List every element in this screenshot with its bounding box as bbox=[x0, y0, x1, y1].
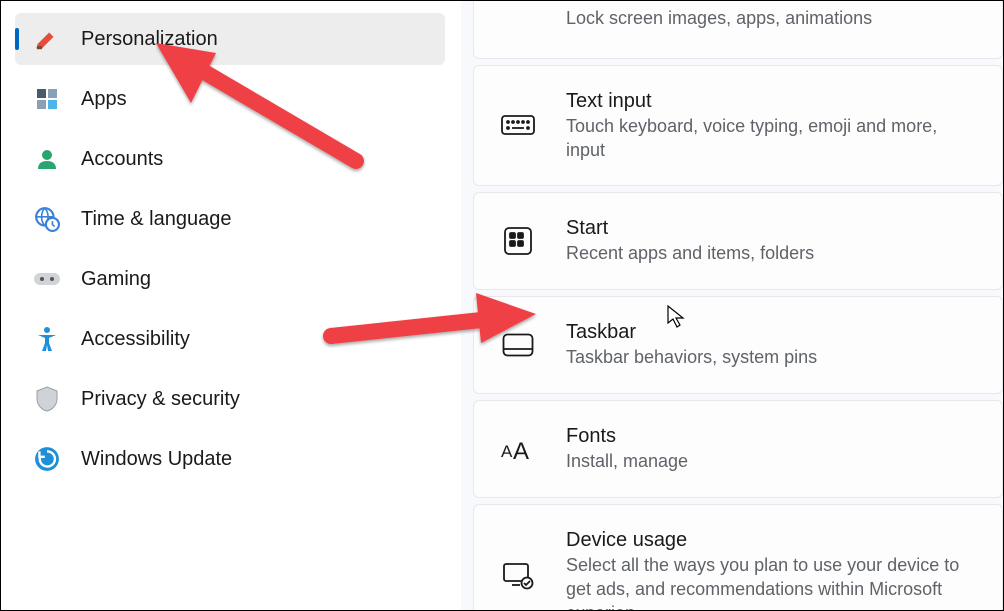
sidebar-item-label: Personalization bbox=[81, 28, 218, 51]
taskbar-icon bbox=[500, 327, 536, 363]
svg-text:A: A bbox=[501, 442, 513, 461]
sidebar-item-label: Accounts bbox=[81, 148, 163, 171]
sidebar-item-label: Windows Update bbox=[81, 448, 232, 471]
sidebar-item-gaming[interactable]: Gaming bbox=[15, 253, 445, 305]
settings-sidebar: Personalization Apps Accounts bbox=[1, 1, 461, 610]
sidebar-item-label: Gaming bbox=[81, 268, 151, 291]
card-text-input[interactable]: Text input Touch keyboard, voice typing,… bbox=[473, 65, 1003, 186]
sidebar-item-privacy-security[interactable]: Privacy & security bbox=[15, 373, 445, 425]
card-subtitle: Recent apps and items, folders bbox=[566, 241, 980, 265]
account-icon bbox=[33, 145, 61, 173]
card-lock-screen[interactable]: Lock screen images, apps, animations bbox=[473, 1, 1003, 59]
fonts-icon: A A bbox=[500, 431, 536, 467]
start-icon bbox=[500, 223, 536, 259]
sidebar-item-apps[interactable]: Apps bbox=[15, 73, 445, 125]
card-subtitle: Taskbar behaviors, system pins bbox=[566, 345, 980, 369]
settings-main: Lock screen images, apps, animations Tex… bbox=[461, 1, 1003, 610]
sidebar-item-personalization[interactable]: Personalization bbox=[15, 13, 445, 65]
paintbrush-icon bbox=[33, 25, 61, 53]
card-taskbar[interactable]: Taskbar Taskbar behaviors, system pins bbox=[473, 296, 1003, 394]
card-title: Start bbox=[566, 215, 980, 241]
keyboard-icon bbox=[500, 107, 536, 143]
card-title: Taskbar bbox=[566, 319, 980, 345]
svg-text:A: A bbox=[513, 438, 529, 463]
sidebar-item-label: Privacy & security bbox=[81, 388, 240, 411]
card-subtitle: Select all the ways you plan to use your… bbox=[566, 553, 980, 610]
card-fonts[interactable]: A A Fonts Install, manage bbox=[473, 400, 1003, 498]
card-device-usage[interactable]: Device usage Select all the ways you pla… bbox=[473, 504, 1003, 610]
update-icon bbox=[33, 445, 61, 473]
device-usage-icon bbox=[500, 558, 536, 594]
card-subtitle: Install, manage bbox=[566, 449, 980, 473]
card-subtitle: Touch keyboard, voice typing, emoji and … bbox=[566, 114, 980, 163]
card-subtitle: Lock screen images, apps, animations bbox=[566, 6, 980, 30]
sidebar-item-label: Accessibility bbox=[81, 328, 190, 351]
card-title: Text input bbox=[566, 88, 980, 114]
accessibility-icon bbox=[33, 325, 61, 353]
sidebar-item-label: Apps bbox=[81, 88, 127, 111]
gamepad-icon bbox=[33, 265, 61, 293]
sidebar-item-accessibility[interactable]: Accessibility bbox=[15, 313, 445, 365]
globe-clock-icon bbox=[33, 205, 61, 233]
card-start[interactable]: Start Recent apps and items, folders bbox=[473, 192, 1003, 290]
sidebar-item-accounts[interactable]: Accounts bbox=[15, 133, 445, 185]
sidebar-item-time-language[interactable]: Time & language bbox=[15, 193, 445, 245]
shield-icon bbox=[33, 385, 61, 413]
sidebar-item-label: Time & language bbox=[81, 208, 231, 231]
card-title: Device usage bbox=[566, 527, 980, 553]
apps-icon bbox=[33, 85, 61, 113]
sidebar-item-windows-update[interactable]: Windows Update bbox=[15, 433, 445, 485]
card-title: Fonts bbox=[566, 423, 980, 449]
